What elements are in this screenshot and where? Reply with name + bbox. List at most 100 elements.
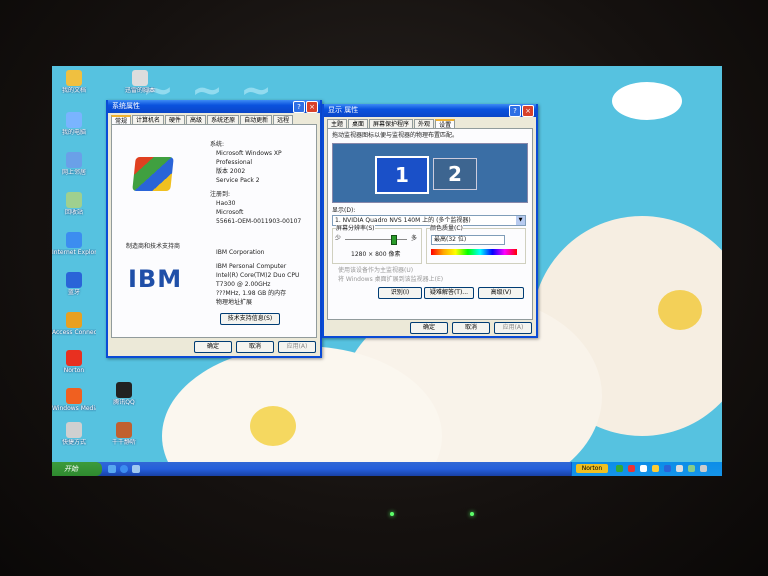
show-desktop-icon[interactable]	[132, 465, 140, 473]
desktop-icon-label: 迅雷的脚本	[124, 87, 155, 94]
support-info-button[interactable]: 技术支持信息(S)	[220, 313, 280, 325]
qq-icon	[116, 382, 132, 398]
manufacturer-line: IBM Personal Computer	[216, 263, 287, 270]
close-button[interactable]: ×	[522, 105, 534, 117]
cancel-button[interactable]: 取消	[452, 322, 490, 334]
start-button[interactable]: 开始	[52, 462, 102, 476]
manufacturer-line: ???MHz, 1.98 GB 的内存	[216, 290, 287, 297]
color-quality-label: 颜色质量(C)	[430, 225, 463, 232]
status-led	[470, 512, 474, 516]
advanced-button[interactable]: 高级(V)	[478, 287, 524, 299]
desktop-icon[interactable]: 我的文档	[52, 70, 96, 94]
desktop-icon-label: Internet Explorer	[52, 249, 96, 256]
monitor-1[interactable]: 1	[375, 156, 429, 194]
system-line: 版本 2002	[216, 168, 246, 175]
ibm-logo: IBM	[128, 265, 183, 293]
desktop-icon[interactable]: Internet Explorer	[52, 232, 96, 256]
checkbox-primary-monitor[interactable]: 使用该设备作为主监视器(U)	[338, 267, 413, 274]
color-spectrum-bar	[431, 249, 517, 255]
general-tab-panel: 系统: Microsoft Windows XP Professional 版本…	[111, 124, 317, 338]
chevron-down-icon: ▼	[516, 216, 525, 225]
computer-icon	[66, 112, 82, 128]
resolution-slider-thumb[interactable]	[391, 235, 397, 245]
tab-item[interactable]: 外观	[414, 119, 435, 128]
ok-button[interactable]: 确定	[194, 341, 232, 353]
system-tray: Norton	[571, 462, 722, 476]
display-properties-window: 显示 属性 ? × 主题 桌面 屏幕保护程序 外观 设置 拖动监视器图标以便与监视器的物…	[322, 104, 538, 338]
monitor-2[interactable]: 2	[433, 158, 477, 190]
access-icon	[66, 312, 82, 328]
ok-button[interactable]: 确定	[410, 322, 448, 334]
ie-icon[interactable]	[120, 465, 128, 473]
norton-tray-badge[interactable]: Norton	[576, 464, 608, 473]
quicklaunch-icon[interactable]	[108, 465, 116, 473]
network-icon[interactable]	[616, 465, 623, 472]
resolution-label: 屏幕分辨率(S)	[336, 225, 375, 232]
tab-item[interactable]: 硬件	[165, 115, 186, 124]
tab-item[interactable]: 高级	[186, 115, 207, 124]
folder-icon	[66, 70, 82, 86]
registered-line: Hao30	[216, 200, 236, 207]
desktop-icon[interactable]: Access Connections	[52, 312, 96, 336]
tab-item[interactable]: 设置	[435, 119, 456, 129]
tab-item[interactable]: 屏幕保护程序	[369, 119, 414, 128]
tab-strip: 常规 计算机名 硬件 高级 系统还原 自动更新 远程	[111, 115, 317, 125]
network-icon	[66, 152, 82, 168]
shortcut-icon	[66, 422, 82, 438]
display-properties-titlebar[interactable]: 显示 属性 ? ×	[324, 104, 536, 117]
recycle-bin-icon	[66, 192, 82, 208]
tab-item[interactable]: 桌面	[348, 119, 369, 128]
tab-item[interactable]: 系统还原	[207, 115, 240, 124]
tab-strip: 主题 桌面 屏幕保护程序 外观 设置	[327, 119, 533, 129]
apply-button[interactable]: 应用(A)	[278, 341, 316, 353]
desktop-icon[interactable]: 回收站	[52, 192, 96, 216]
bluetooth-icon[interactable]	[664, 465, 671, 472]
tab-item[interactable]: 远程	[273, 115, 294, 124]
desktop-icon[interactable]: 我的电脑	[52, 112, 96, 136]
tab-item[interactable]: 自动更新	[240, 115, 273, 124]
norton-icon	[66, 350, 82, 366]
tab-item[interactable]: 主题	[327, 119, 348, 128]
troubleshoot-button[interactable]: 疑难解答(T)...	[424, 287, 474, 299]
apply-button[interactable]: 应用(A)	[494, 322, 532, 334]
desktop-icon[interactable]: 千千静听	[102, 422, 146, 446]
desktop-icon[interactable]: Windows Media	[52, 388, 96, 412]
desktop-icon[interactable]: 迅雷的脚本	[118, 70, 162, 94]
identify-button[interactable]: 识别(I)	[378, 287, 422, 299]
resolution-slider-track[interactable]	[345, 239, 407, 240]
system-heading: 系统:	[210, 141, 225, 148]
manufacturer-line: 物理地址扩展	[216, 299, 253, 306]
system-properties-window: 系统属性 ? × 常规 计算机名 硬件 高级 系统还原 自动更新 远程 系统: Micros…	[106, 100, 322, 358]
desktop-icon-label: Norton	[63, 367, 85, 374]
close-button[interactable]: ×	[306, 101, 318, 113]
volume-icon[interactable]	[640, 465, 647, 472]
chick-decoration	[250, 406, 296, 446]
status-led	[390, 512, 394, 516]
res-less-label: 少	[335, 235, 342, 242]
clock-area[interactable]	[700, 465, 707, 472]
desktop-icon-label: 网上邻居	[61, 169, 86, 176]
desktop-icon[interactable]: 蓝牙	[52, 272, 96, 296]
desktop-icon[interactable]: 快捷方式	[52, 422, 96, 446]
desktop-icon-label: 蓝牙	[67, 289, 80, 296]
checkbox-extend-desktop[interactable]: 将 Windows 桌面扩展到该监视器上(E)	[338, 276, 443, 283]
bluetooth-icon	[66, 272, 82, 288]
system-properties-titlebar[interactable]: 系统属性 ? ×	[108, 100, 320, 113]
cancel-button[interactable]: 取消	[236, 341, 274, 353]
tab-item[interactable]: 计算机名	[132, 115, 165, 124]
color-quality-select[interactable]: 最高(32 位)	[431, 235, 505, 245]
desktop-icon[interactable]: 腾讯QQ	[102, 382, 146, 406]
battery-icon[interactable]	[676, 465, 683, 472]
manufacturer-line: Intel(R) Core(TM)2 Duo CPU	[216, 272, 300, 279]
display-label: 显示(D):	[332, 207, 356, 214]
desktop-icon[interactable]: 网上邻居	[52, 152, 96, 176]
qq-icon[interactable]	[652, 465, 659, 472]
security-icon[interactable]	[628, 465, 635, 472]
window-title: 显示 属性	[328, 106, 359, 114]
desktop-icon[interactable]: Norton	[52, 350, 96, 374]
tab-item[interactable]: 常规	[111, 115, 132, 125]
help-button[interactable]: ?	[509, 105, 521, 117]
help-button[interactable]: ?	[293, 101, 305, 113]
power-icon[interactable]	[688, 465, 695, 472]
system-line: Professional	[216, 159, 253, 166]
